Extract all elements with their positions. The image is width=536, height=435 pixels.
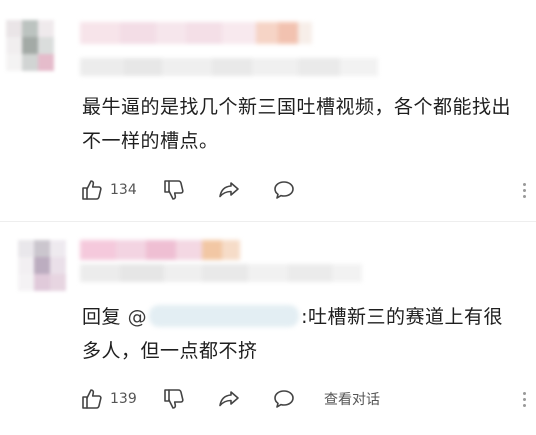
comment-item: 回复 @:吐槽新三的赛道上有很多人，但一点都不挤 139 查看对话	[0, 222, 536, 435]
view-conversation-link[interactable]: 查看对话	[324, 389, 380, 409]
comment-icon	[274, 181, 294, 199]
more-vertical-icon	[522, 182, 526, 186]
more-options-button[interactable]	[520, 386, 528, 412]
thumb-down-icon	[164, 180, 184, 200]
reply-button[interactable]	[272, 387, 320, 411]
like-count: 139	[110, 391, 137, 407]
comment-actions: 139 查看对话	[80, 386, 536, 412]
username[interactable]	[80, 240, 240, 260]
comment-meta	[80, 264, 362, 282]
thumb-up-icon	[82, 180, 102, 200]
reply-prefix: 回复	[82, 306, 122, 328]
reply-text: 回复 @:吐槽新三的赛道上有很多人，但一点都不挤	[82, 300, 522, 368]
share-icon	[219, 391, 239, 407]
share-button[interactable]	[217, 387, 272, 411]
dislike-button[interactable]	[162, 387, 217, 411]
mention-symbol[interactable]: @	[128, 306, 148, 328]
username[interactable]	[80, 22, 312, 44]
dislike-button[interactable]	[162, 178, 217, 202]
thumb-up-icon	[82, 389, 102, 409]
comment-actions: 134	[80, 177, 536, 203]
like-button[interactable]: 134	[80, 178, 162, 202]
avatar[interactable]	[18, 240, 66, 291]
avatar[interactable]	[6, 20, 54, 71]
more-options-button[interactable]	[520, 177, 528, 203]
share-icon	[219, 182, 239, 198]
comment-text: 最牛逼的是找几个新三国吐槽视频，各个都能找出不一样的槽点。	[82, 96, 512, 152]
like-button[interactable]: 139	[80, 387, 162, 411]
thumb-down-icon	[164, 389, 184, 409]
share-button[interactable]	[217, 178, 272, 202]
more-vertical-icon	[522, 391, 526, 395]
comment-icon	[274, 390, 294, 408]
reply-button[interactable]	[272, 178, 320, 202]
comment-meta	[80, 58, 378, 76]
masked-username[interactable]	[149, 305, 300, 327]
comment-item: 最牛逼的是找几个新三国吐槽视频，各个都能找出不一样的槽点。 134	[0, 0, 536, 222]
like-count: 134	[110, 182, 137, 198]
